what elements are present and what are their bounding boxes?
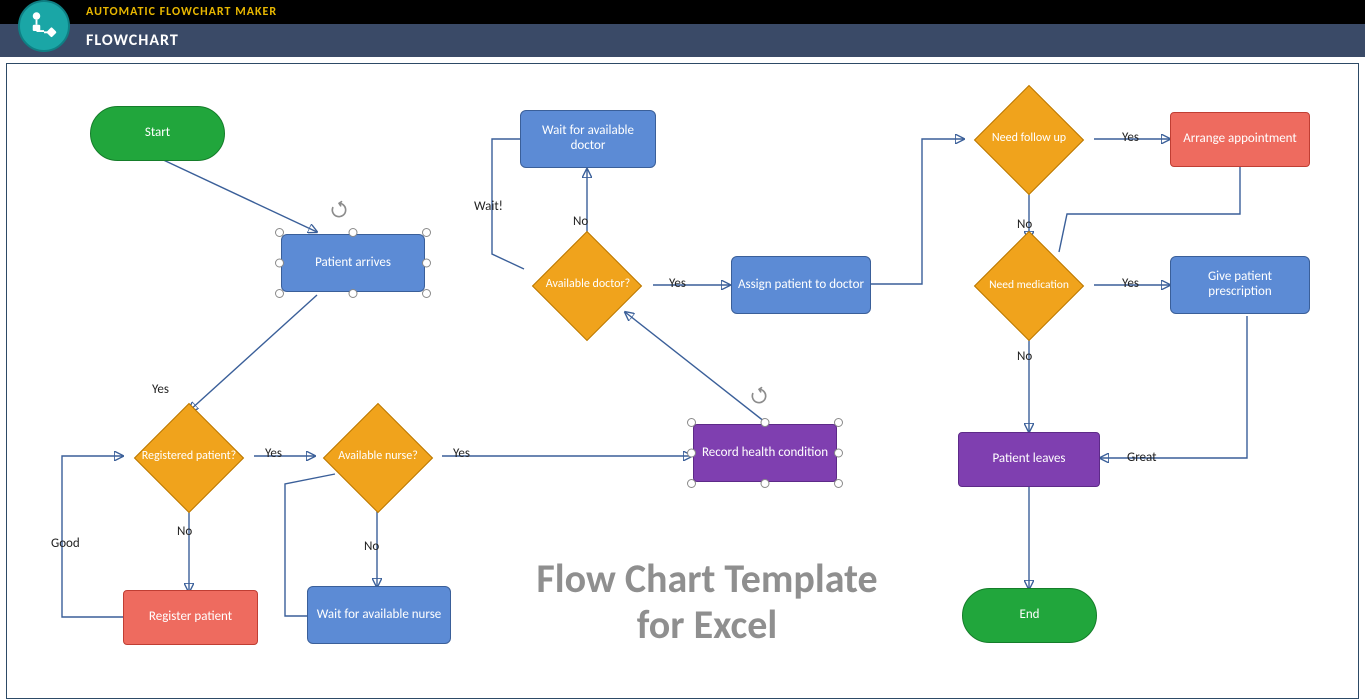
edge-label: Yes <box>152 382 169 397</box>
node-give-prescription[interactable]: Give patient prescription <box>1170 256 1310 314</box>
node-patient-leaves[interactable]: Patient leaves <box>958 432 1100 487</box>
node-available-doctor[interactable]: Available doctor? <box>522 240 654 330</box>
node-label: Wait for available nurse <box>317 608 442 623</box>
section-title: FLOWCHART <box>86 31 179 50</box>
edge-label: Good <box>51 536 80 551</box>
node-label: Register patient <box>149 610 232 625</box>
node-assign-doctor[interactable]: Assign patient to doctor <box>731 256 871 314</box>
node-label: Arrange appointment <box>1183 132 1297 147</box>
edge-label: No <box>573 214 588 229</box>
node-patient-arrives[interactable]: Patient arrives <box>281 234 425 292</box>
edge-label: Great <box>1127 450 1157 465</box>
node-register-patient[interactable]: Register patient <box>123 590 258 645</box>
edge-label: Yes <box>1122 130 1139 145</box>
section-bar: FLOWCHART <box>0 24 1365 57</box>
node-end[interactable]: End <box>962 588 1097 643</box>
node-label: Available doctor? <box>546 278 630 291</box>
node-label: Registered patient? <box>142 450 236 463</box>
edge-label: No <box>364 539 379 554</box>
node-arrange-appointment[interactable]: Arrange appointment <box>1170 112 1310 167</box>
app-title: AUTOMATIC FLOWCHART MAKER <box>86 5 277 19</box>
node-need-medication[interactable]: Need medication <box>964 240 1094 330</box>
node-label: Need follow up <box>992 132 1066 145</box>
watermark-text: Flow Chart Template for Excel <box>497 556 917 648</box>
node-start[interactable]: Start <box>90 106 225 161</box>
node-label: Available nurse? <box>338 450 418 463</box>
edge-label: Yes <box>1122 276 1139 291</box>
node-label: Record health condition <box>702 446 828 461</box>
node-label: End <box>1019 608 1039 623</box>
node-label: Wait for available doctor <box>525 124 651 154</box>
node-label: Start <box>145 126 170 141</box>
edge-label: No <box>177 524 192 539</box>
canvas[interactable]: Start Patient arrives Registered patient… <box>6 63 1359 699</box>
node-wait-doctor[interactable]: Wait for available doctor <box>520 110 656 168</box>
node-label: Patient leaves <box>992 452 1065 467</box>
node-label: Give patient prescription <box>1175 270 1305 300</box>
node-available-nurse[interactable]: Available nurse? <box>313 412 443 502</box>
node-label: Assign patient to doctor <box>738 278 864 293</box>
watermark-line: for Excel <box>497 602 917 648</box>
app-title-bar: AUTOMATIC FLOWCHART MAKER <box>0 0 1365 24</box>
rotate-handle-icon[interactable] <box>749 386 769 406</box>
flowchart-icon <box>29 11 59 41</box>
node-label: Patient arrives <box>315 256 391 271</box>
edge-label: Yes <box>669 276 686 291</box>
rotate-handle-icon[interactable] <box>329 200 349 220</box>
edge-label: Yes <box>265 446 282 461</box>
node-label: Need medication <box>989 279 1069 292</box>
node-need-followup[interactable]: Need follow up <box>964 94 1094 184</box>
watermark-line: Flow Chart Template <box>497 556 917 602</box>
edge-label: No <box>1017 217 1032 232</box>
node-wait-nurse[interactable]: Wait for available nurse <box>307 586 451 644</box>
app-logo <box>18 0 70 52</box>
node-record-health[interactable]: Record health condition <box>693 424 837 482</box>
node-registered-patient[interactable]: Registered patient? <box>124 412 254 502</box>
edge-label: No <box>1017 349 1032 364</box>
edge-label: Wait! <box>474 199 503 214</box>
edge-label: Yes <box>453 446 470 461</box>
